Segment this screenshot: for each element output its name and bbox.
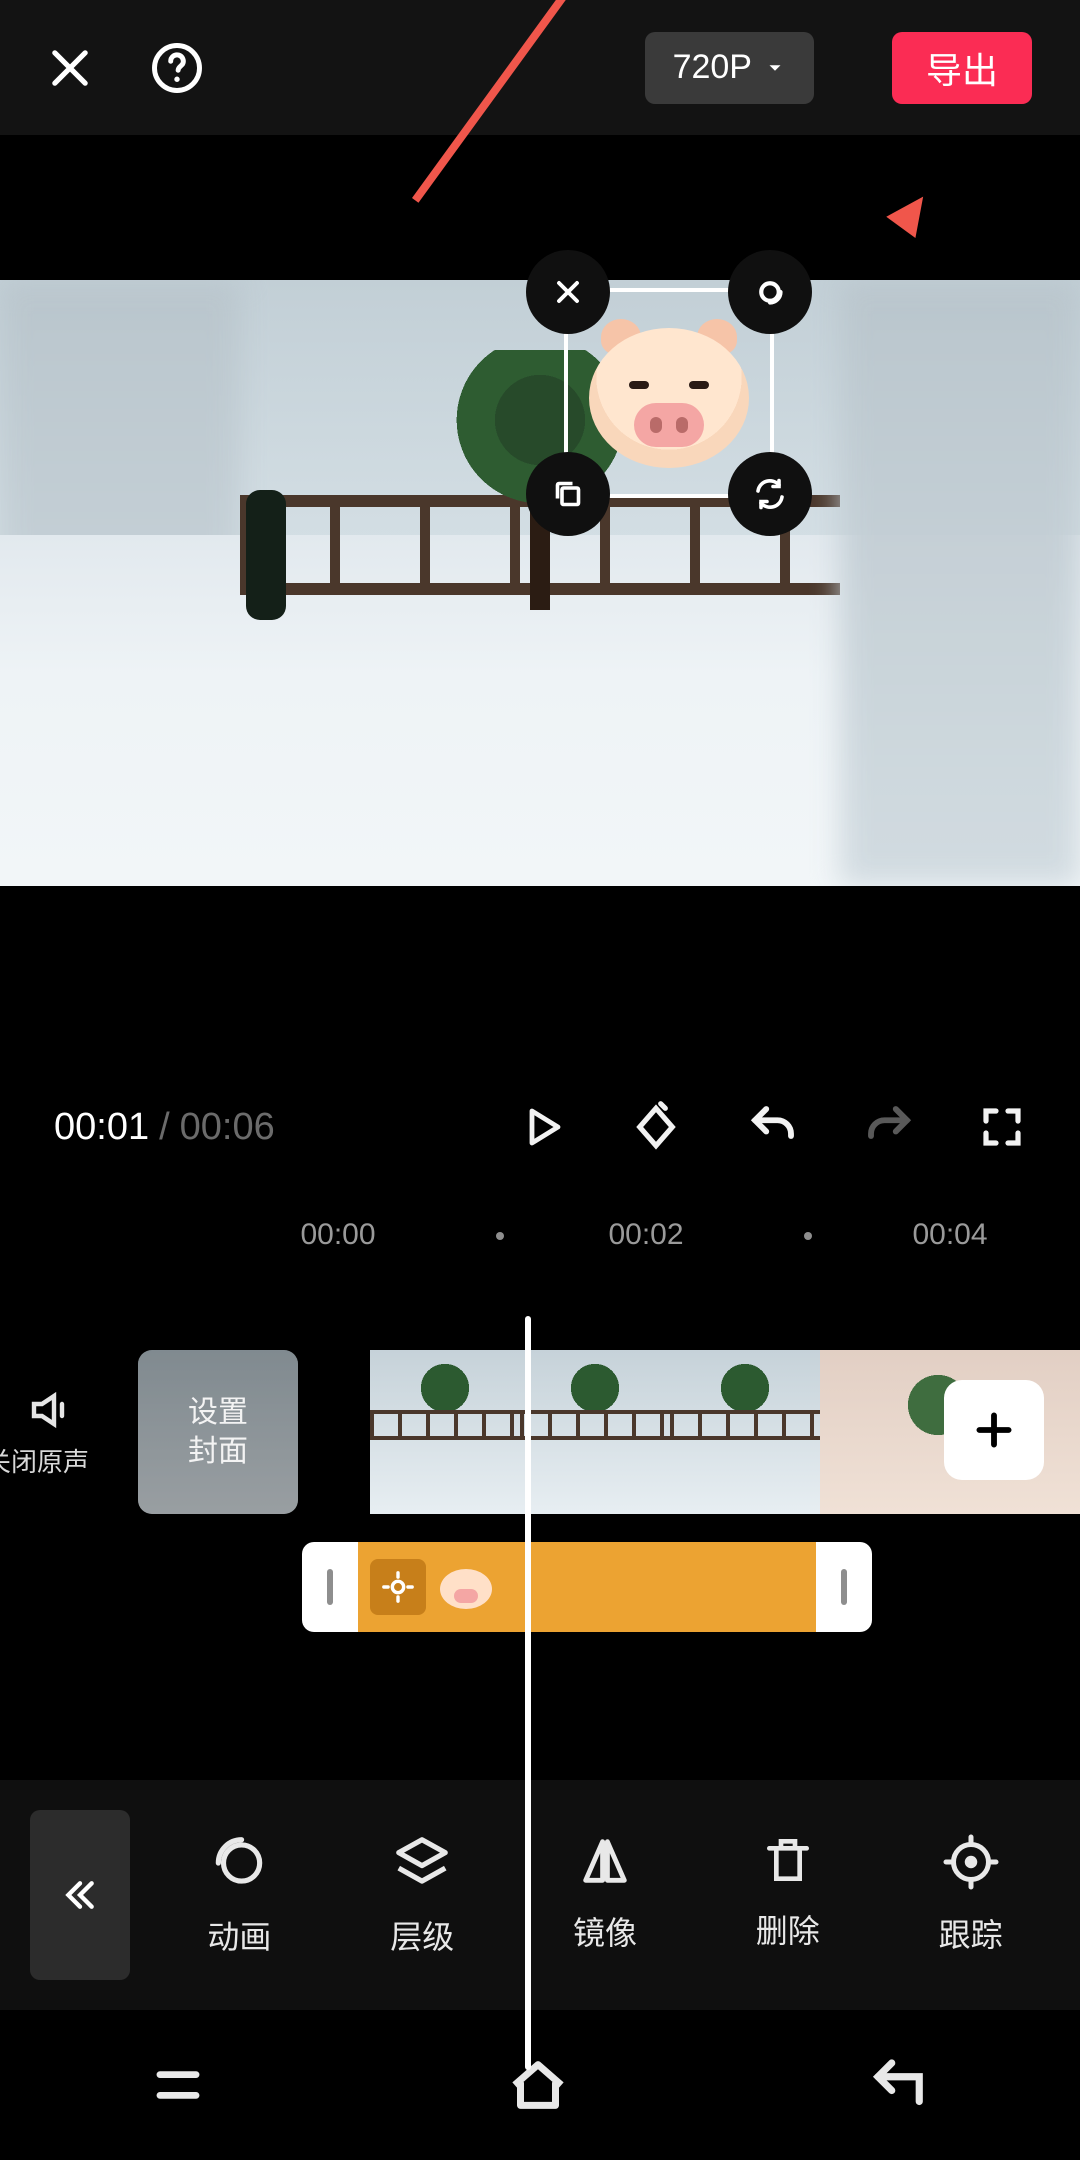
chevron-down-icon	[764, 57, 786, 79]
nav-home-button[interactable]	[503, 2050, 573, 2120]
ruler-mark: 00:04	[912, 1218, 987, 1252]
fullscreen-icon	[978, 1103, 1026, 1151]
close-button[interactable]	[44, 42, 96, 94]
play-button[interactable]	[518, 1101, 566, 1153]
resolution-label: 720P	[673, 48, 752, 87]
sticker-animate-handle[interactable]	[728, 250, 812, 334]
annotation-arrow-head	[886, 186, 937, 238]
video-track[interactable]: 关闭原声 设置 封面	[0, 1350, 1080, 1514]
copy-icon	[550, 476, 586, 512]
bottom-toolbar: 动画 层级 镜像 删除 跟踪	[0, 1780, 1080, 2010]
fullscreen-button[interactable]	[978, 1103, 1026, 1151]
home-icon	[503, 2050, 573, 2120]
mirror-icon	[576, 1832, 634, 1890]
chevrons-left-icon	[60, 1875, 100, 1915]
tool-label: 删除	[756, 1906, 820, 1952]
export-button[interactable]: 导出	[892, 32, 1032, 104]
plus-icon	[969, 1405, 1019, 1455]
mute-original-audio[interactable]: 关闭原声	[0, 1350, 100, 1514]
redo-button[interactable]	[862, 1100, 916, 1154]
tool-animation[interactable]: 动画	[207, 1832, 271, 1958]
export-label: 导出	[926, 42, 998, 94]
video-clip[interactable]	[520, 1350, 670, 1514]
orbit-icon	[749, 271, 791, 313]
duration: 00:06	[180, 1106, 275, 1149]
cover-label: 设置 封面	[188, 1393, 248, 1471]
top-bar: 720P 导出	[0, 0, 1080, 135]
tool-track[interactable]: 跟踪	[939, 1832, 1003, 1958]
preview-canvas[interactable]	[0, 280, 1080, 886]
system-nav-bar	[0, 2010, 1080, 2160]
sticker-rotate-handle[interactable]	[728, 452, 812, 536]
keyframe-icon	[628, 1099, 684, 1155]
menu-icon	[147, 2054, 209, 2116]
nav-recent-button[interactable]	[147, 2054, 209, 2116]
tool-mirror[interactable]: 镜像	[573, 1832, 637, 1958]
undo-button[interactable]	[746, 1100, 800, 1154]
sticker-delete-handle[interactable]	[526, 250, 610, 334]
tool-label: 层级	[390, 1912, 454, 1958]
rotate-icon	[752, 476, 788, 512]
undo-icon	[746, 1100, 800, 1154]
time-display: 00:01 / 00:06	[54, 1106, 275, 1149]
tool-label: 镜像	[573, 1908, 637, 1954]
clip-trim-right[interactable]	[816, 1569, 872, 1605]
toolbar-back-button[interactable]	[30, 1810, 130, 1980]
close-icon	[550, 274, 586, 310]
resolution-dropdown[interactable]: 720P	[645, 32, 814, 104]
keyframe-button[interactable]	[628, 1099, 684, 1155]
sticker-tracking-tag[interactable]	[370, 1559, 426, 1615]
trash-icon	[760, 1832, 816, 1888]
clip-trim-left[interactable]	[302, 1569, 358, 1605]
add-clip-button[interactable]	[944, 1380, 1044, 1480]
target-icon	[381, 1570, 415, 1604]
timeline-ruler[interactable]: 00:00 00:02 00:04	[0, 1212, 1080, 1262]
ruler-dot	[804, 1232, 812, 1240]
ruler-mark: 00:00	[300, 1218, 375, 1252]
ruler-dot	[496, 1232, 504, 1240]
sticker-copy-handle[interactable]	[526, 452, 610, 536]
tool-label: 跟踪	[939, 1910, 1003, 1956]
crosshair-icon	[941, 1832, 1001, 1892]
redo-icon	[862, 1100, 916, 1154]
tool-delete[interactable]: 删除	[756, 1832, 820, 1958]
ruler-mark: 00:02	[608, 1218, 683, 1252]
time-separator: /	[159, 1106, 170, 1149]
back-icon	[867, 2052, 933, 2118]
current-time: 00:01	[54, 1106, 149, 1149]
set-cover-button[interactable]: 设置 封面	[138, 1350, 298, 1514]
mute-label: 关闭原声	[0, 1442, 89, 1479]
sticker-clip[interactable]	[302, 1542, 872, 1632]
playhead[interactable]	[525, 1316, 531, 2070]
sticker-track[interactable]	[0, 1542, 1080, 1632]
sticker-selection-box[interactable]	[564, 288, 774, 498]
layers-icon	[391, 1832, 453, 1894]
video-clip[interactable]	[670, 1350, 820, 1514]
tool-layer[interactable]: 层级	[390, 1832, 454, 1958]
pig-sticker[interactable]	[589, 313, 749, 473]
tool-label: 动画	[207, 1912, 271, 1958]
play-icon	[518, 1101, 566, 1153]
sticker-clip-body[interactable]	[358, 1542, 816, 1632]
nav-back-button[interactable]	[867, 2052, 933, 2118]
pig-sticker-thumb	[440, 1565, 492, 1609]
transport-bar: 00:01 / 00:06	[0, 1082, 1080, 1172]
help-button[interactable]	[150, 41, 204, 95]
animation-icon	[208, 1832, 270, 1894]
speaker-icon	[26, 1386, 74, 1434]
video-clip[interactable]	[370, 1350, 520, 1514]
